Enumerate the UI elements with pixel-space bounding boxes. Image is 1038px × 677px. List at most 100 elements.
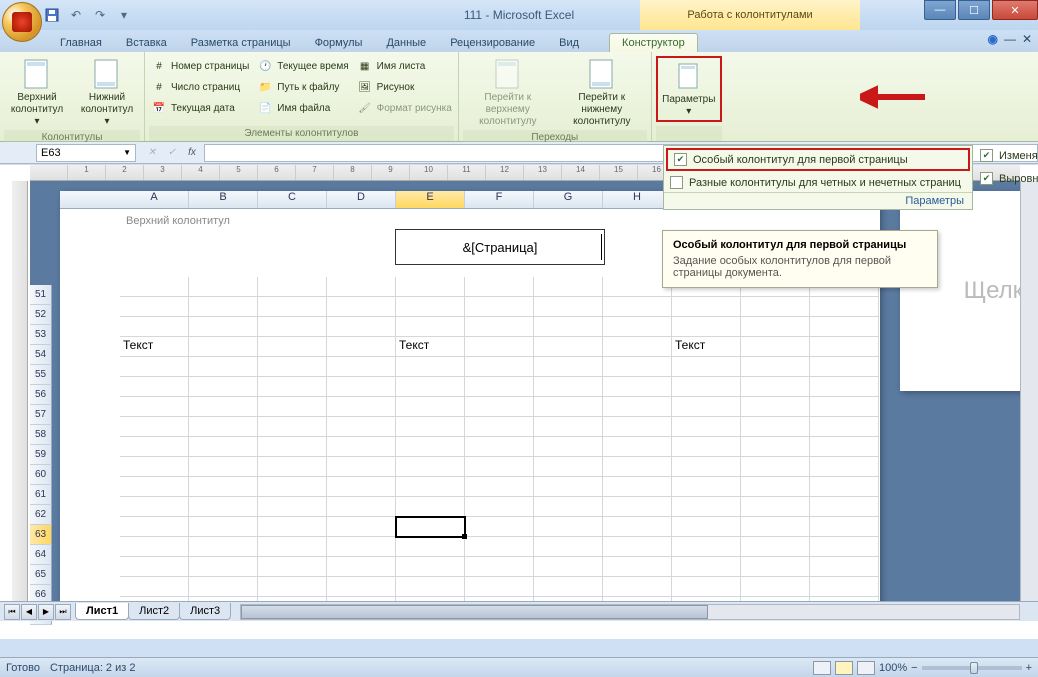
save-icon[interactable] xyxy=(42,5,62,25)
row-header[interactable]: 63 xyxy=(30,525,52,545)
doc-close-icon[interactable]: ✕ xyxy=(1022,32,1032,46)
pagecount-button[interactable]: #Число страниц xyxy=(149,77,251,97)
option-odd-even[interactable]: Разные колонтитулы для четных и нечетных… xyxy=(664,173,972,192)
goto-header-button[interactable]: Перейти к верхнему колонтитулу xyxy=(463,56,553,130)
row-header[interactable]: 57 xyxy=(30,405,52,425)
col-header[interactable]: E xyxy=(396,191,465,208)
next-page[interactable]: Щелкн xyxy=(900,191,1020,391)
titlebar: ↶ ↷ ▾ 111 - Microsoft Excel Работа с кол… xyxy=(0,0,1038,30)
path-button[interactable]: 📁Путь к файлу xyxy=(255,77,350,97)
row-header[interactable]: 61 xyxy=(30,485,52,505)
context-tab-title: Работа с колонтитулами xyxy=(640,0,860,30)
view-break-icon[interactable] xyxy=(857,661,875,675)
help-icon[interactable]: ◉ xyxy=(987,32,997,46)
fx-icon[interactable]: fx xyxy=(182,144,202,162)
col-header[interactable]: D xyxy=(327,191,396,208)
qat-dropdown-icon[interactable]: ▾ xyxy=(114,5,134,25)
maximize-button[interactable]: ☐ xyxy=(958,0,990,20)
picture-button[interactable]: 🖼Рисунок xyxy=(355,77,454,97)
tooltip-title: Особый колонтитул для первой страницы xyxy=(673,239,927,251)
tab-home[interactable]: Главная xyxy=(48,34,114,52)
date-button[interactable]: 📅Текущая дата xyxy=(149,98,251,118)
document-icon xyxy=(91,58,123,90)
filename-button[interactable]: 📄Имя файла xyxy=(255,98,350,118)
tab-design[interactable]: Конструктор xyxy=(609,33,698,52)
chevron-down-icon[interactable]: ▼ xyxy=(123,148,131,157)
col-header[interactable]: A xyxy=(120,191,189,208)
window-controls: — ☐ ✕ xyxy=(922,0,1038,20)
sheetname-button[interactable]: ▦Имя листа xyxy=(355,56,454,76)
row-header[interactable]: 55 xyxy=(30,365,52,385)
header-top-button[interactable]: Верхний колонтитул▾ xyxy=(4,56,70,130)
row-header[interactable]: 52 xyxy=(30,305,52,325)
col-header[interactable]: F xyxy=(465,191,534,208)
cells-grid[interactable]: ТекстТекстТекст xyxy=(120,277,880,617)
name-box[interactable]: E63▼ xyxy=(36,144,136,162)
tab-formulas[interactable]: Формулы xyxy=(303,34,375,52)
zoom-slider[interactable] xyxy=(922,666,1022,670)
tab-view[interactable]: Вид xyxy=(547,34,591,52)
pagenum-button[interactable]: #Номер страницы xyxy=(149,56,251,76)
tab-data[interactable]: Данные xyxy=(374,34,438,52)
cancel-icon[interactable]: ✕ xyxy=(142,144,162,162)
tab-last-icon[interactable]: ⏭ xyxy=(55,604,71,620)
row-header[interactable]: 62 xyxy=(30,505,52,525)
enter-icon[interactable]: ✓ xyxy=(162,144,182,162)
header-center-box[interactable]: &[Страница] xyxy=(395,229,605,265)
tab-prev-icon[interactable]: ◀ xyxy=(21,604,37,620)
sheet-tab[interactable]: Лист3 xyxy=(179,603,231,620)
row-header[interactable]: 54 xyxy=(30,345,52,365)
tooltip-body: Задание особых колонтитулов для первой с… xyxy=(673,255,927,279)
view-normal-icon[interactable] xyxy=(813,661,831,675)
ribbon-minimize-icon[interactable]: — xyxy=(1004,32,1016,46)
view-layout-icon[interactable] xyxy=(835,661,853,675)
params-button[interactable]: Параметры▾ xyxy=(656,56,722,122)
row-header[interactable]: 65 xyxy=(30,565,52,585)
checkbox-icon[interactable]: ✔ xyxy=(980,172,993,185)
option-first-page[interactable]: ✔Особый колонтитул для первой страницы xyxy=(666,148,970,171)
row-header[interactable]: 64 xyxy=(30,545,52,565)
row-header[interactable]: 60 xyxy=(30,465,52,485)
col-header[interactable]: C xyxy=(258,191,327,208)
status-page: Страница: 2 из 2 xyxy=(50,662,136,674)
tab-insert[interactable]: Вставка xyxy=(114,34,179,52)
col-header[interactable]: H xyxy=(603,191,672,208)
goto-footer-button[interactable]: Перейти к нижнему колонтитулу xyxy=(557,56,647,130)
tooltip: Особый колонтитул для первой страницы За… xyxy=(662,230,938,288)
row-header[interactable]: 58 xyxy=(30,425,52,445)
vertical-scrollbar[interactable] xyxy=(1020,181,1038,621)
time-button[interactable]: 🕐Текущее время xyxy=(255,56,350,76)
params-dropdown: ✔Особый колонтитул для первой страницы Р… xyxy=(663,145,973,210)
group-headers: Верхний колонтитул▾ Нижний колонтитул▾ К… xyxy=(0,52,145,141)
sheet-tab[interactable]: Лист2 xyxy=(128,603,180,620)
row-header[interactable]: 51 xyxy=(30,285,52,305)
tab-next-icon[interactable]: ▶ xyxy=(38,604,54,620)
format-picture-button[interactable]: 🖌Формат рисунка xyxy=(355,98,454,118)
col-header[interactable]: G xyxy=(534,191,603,208)
tab-review[interactable]: Рецензирование xyxy=(438,34,547,52)
minimize-button[interactable]: — xyxy=(924,0,956,20)
zoom-level[interactable]: 100% xyxy=(879,662,907,674)
checkbox-icon[interactable]: ✔ xyxy=(674,153,687,166)
sheet-tab[interactable]: Лист1 xyxy=(75,603,129,620)
header-bottom-button[interactable]: Нижний колонтитул▾ xyxy=(74,56,140,130)
col-header[interactable]: B xyxy=(189,191,258,208)
checkbox-icon[interactable] xyxy=(670,176,683,189)
option-align[interactable]: ✔Выровн xyxy=(980,170,1038,187)
document-icon xyxy=(586,58,618,90)
tab-layout[interactable]: Разметка страницы xyxy=(179,34,303,52)
close-button[interactable]: ✕ xyxy=(992,0,1038,20)
row-header[interactable]: 53 xyxy=(30,325,52,345)
option-scale[interactable]: ✔Изменят xyxy=(980,147,1038,164)
zoom-out-icon[interactable]: − xyxy=(911,662,917,674)
zoom-in-icon[interactable]: + xyxy=(1026,662,1032,674)
redo-icon[interactable]: ↷ xyxy=(90,5,110,25)
active-cell[interactable] xyxy=(396,517,465,537)
tab-first-icon[interactable]: ⏮ xyxy=(4,604,20,620)
horizontal-scrollbar[interactable] xyxy=(240,604,1020,620)
row-header[interactable]: 59 xyxy=(30,445,52,465)
checkbox-icon[interactable]: ✔ xyxy=(980,149,993,162)
undo-icon[interactable]: ↶ xyxy=(66,5,86,25)
row-header[interactable]: 56 xyxy=(30,385,52,405)
office-button[interactable] xyxy=(2,2,42,42)
